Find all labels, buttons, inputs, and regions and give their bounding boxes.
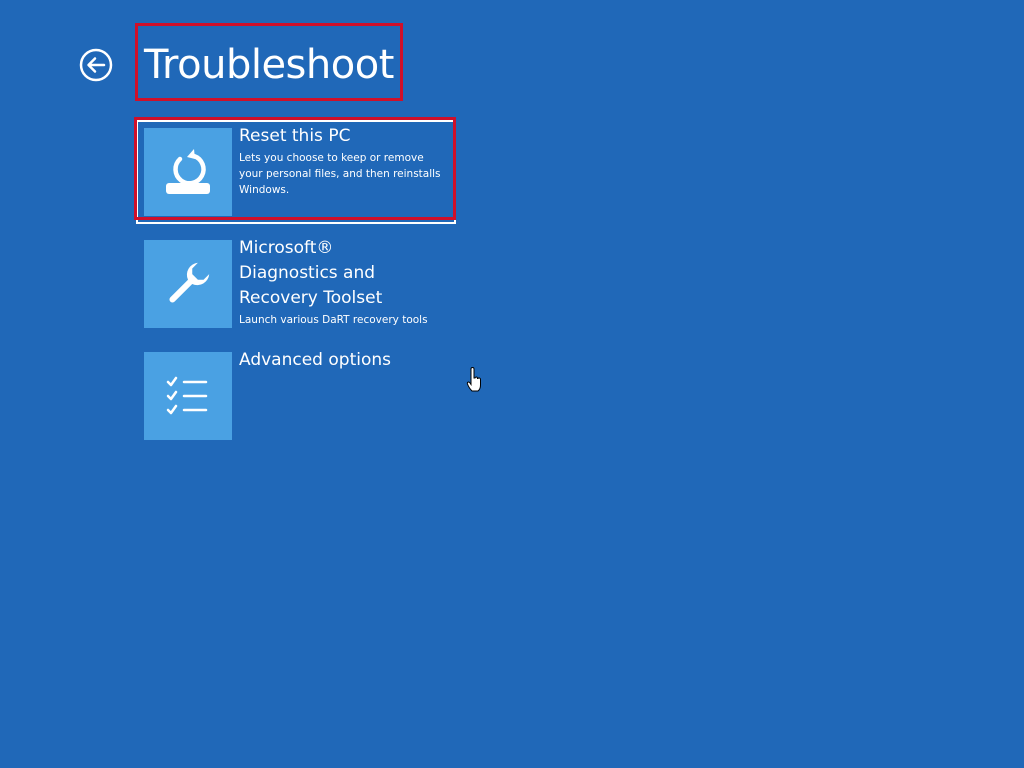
dart-recovery-toolset-option[interactable]: Microsoft® Diagnostics and Recovery Tool… bbox=[136, 232, 456, 336]
page-title: Troubleshoot bbox=[144, 42, 394, 88]
reset-pc-icon bbox=[166, 149, 210, 194]
checklist-icon bbox=[166, 376, 208, 415]
option-title: Advanced options bbox=[239, 350, 391, 370]
back-button[interactable] bbox=[79, 48, 113, 82]
advanced-options-option[interactable]: Advanced options bbox=[136, 344, 456, 448]
option-description: Launch various DaRT recovery tools bbox=[239, 314, 428, 326]
option-title: Reset this PC bbox=[239, 126, 351, 146]
hand-pointer-icon bbox=[466, 367, 481, 392]
wrench-icon bbox=[169, 262, 210, 303]
back-arrow-circle-icon bbox=[79, 48, 113, 82]
advanced-option-text: Advanced options bbox=[239, 348, 449, 373]
reset-option-text: Reset this PC Lets you choose to keep or… bbox=[239, 124, 449, 198]
reset-pc-tile bbox=[144, 128, 232, 216]
advanced-options-tile bbox=[144, 352, 232, 440]
option-description: Lets you choose to keep or remove your p… bbox=[239, 152, 441, 196]
reset-this-pc-option[interactable]: Reset this PC Lets you choose to keep or… bbox=[136, 120, 456, 224]
dart-tile bbox=[144, 240, 232, 328]
option-title: Microsoft® Diagnostics and Recovery Tool… bbox=[239, 238, 383, 308]
dart-option-text: Microsoft® Diagnostics and Recovery Tool… bbox=[239, 236, 449, 328]
